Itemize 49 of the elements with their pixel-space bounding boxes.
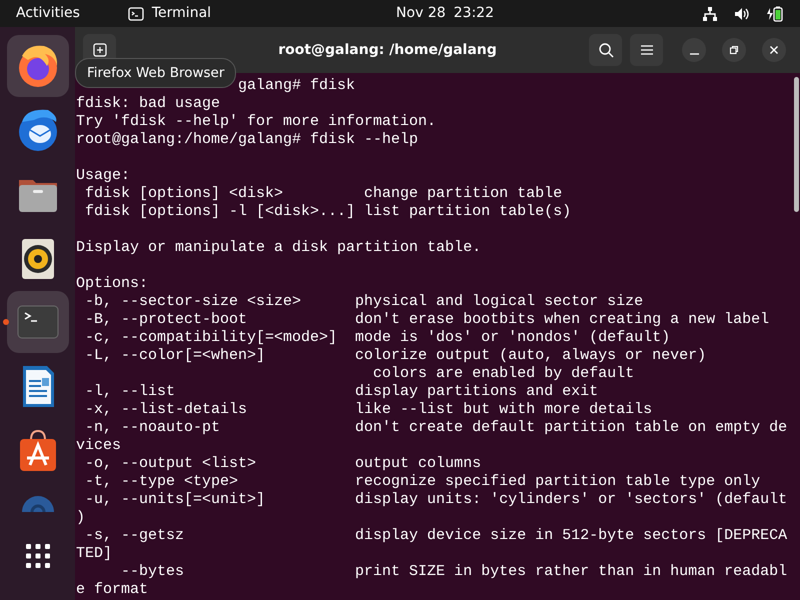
close-icon <box>769 45 779 55</box>
search-icon <box>598 42 614 58</box>
terminal-line: fdisk [options] -l [<disk>...] list partition table(s) <box>84 203 572 221</box>
terminal-line: -c, --compatibility[=<mode>] mode is 'dos' or 'nondos' (default) <box>84 329 670 347</box>
new-tab-icon <box>92 43 106 57</box>
terminal-line: -B, --protect-boot don't erase bootbits when creating a new label <box>84 311 770 329</box>
menu-button[interactable] <box>630 34 663 66</box>
terminal-line: -b, --sector-size <size> physical and logical sector size <box>84 293 644 311</box>
menu-icon <box>640 44 654 56</box>
system-menu-button[interactable] <box>702 6 784 22</box>
terminal-line: Try 'fdisk --help' for more information. <box>76 113 436 131</box>
volume-icon <box>734 6 750 20</box>
terminal-line: galang# fdisk <box>238 77 356 95</box>
minimize-icon <box>690 53 698 55</box>
app-menu-button[interactable]: Terminal <box>128 3 212 24</box>
terminal-line: -o, --output <list> output columns <box>84 455 482 473</box>
terminal-line: TED] <box>76 545 112 563</box>
terminal-line: --bytes print SIZE in bytes rather than in human readabl <box>120 563 788 581</box>
terminal-line: -s, --getsz display device size in 512-byte sectors [DEPRECA <box>84 527 788 545</box>
terminal-icon <box>128 6 144 20</box>
terminal-line: Display or manipulate a disk partition table. <box>76 239 482 257</box>
close-button[interactable] <box>762 38 786 62</box>
network-icon <box>702 6 718 20</box>
terminal-line: -l, --list display partitions and exit <box>84 383 598 401</box>
search-button[interactable] <box>589 34 622 66</box>
terminal-line: ) <box>76 509 86 527</box>
window-title: root@galang: /home/galang <box>277 40 498 60</box>
activities-button[interactable]: Activities <box>16 3 80 24</box>
terminal-line: Usage: <box>76 167 130 185</box>
terminal-line: -x, --list-details like --list but with more details <box>84 401 652 419</box>
terminal-line: e format <box>76 581 148 599</box>
terminal-line: vices <box>76 437 122 455</box>
terminal-line: -u, --units[=<unit>] display units: 'cylinders' or 'sectors' (default <box>84 491 788 509</box>
terminal-line: -t, --type <type> recognize specified partition table type only <box>84 473 760 491</box>
terminal-line: colors are enabled by default <box>372 365 634 383</box>
clock-button[interactable]: Nov 28 23:22 <box>396 3 494 24</box>
terminal-line: -n, --noauto-pt don't create default partition table on empty de <box>84 419 788 437</box>
tooltip: Firefox Web Browser <box>75 58 236 88</box>
terminal-line: Options: <box>76 275 148 293</box>
dock-item-highlight[interactable] <box>6 35 68 97</box>
minimize-button[interactable] <box>682 38 706 62</box>
terminal-line: root@galang:/home/galang# fdisk --help <box>76 131 418 149</box>
terminal-line: fdisk: bad usage <box>76 95 220 113</box>
restore-icon <box>729 45 739 55</box>
battery-icon <box>766 6 784 22</box>
scrollbar[interactable] <box>794 77 799 212</box>
terminal-line: -L, --color[=<when>] colorize output (auto, always or never) <box>84 347 706 365</box>
maximize-button[interactable] <box>722 38 746 62</box>
terminal-line: fdisk [options] <disk> change partition table <box>84 185 562 203</box>
